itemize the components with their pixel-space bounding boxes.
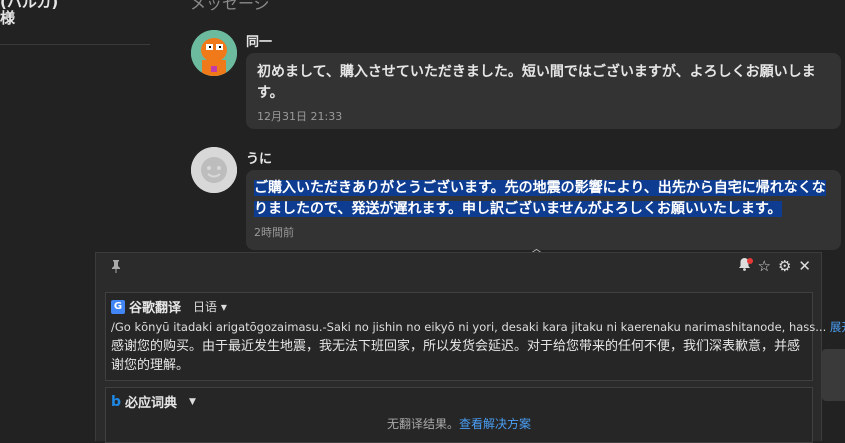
solution-link[interactable]: 查看解决方案 bbox=[459, 417, 531, 431]
no-result-message: 无翻译结果。查看解决方案 bbox=[106, 415, 812, 432]
message-bubble: 初めまして、購入させていただきました。短い間ではございますが、よろしくお願いしま… bbox=[246, 53, 841, 129]
bing-dictionary-card: b 必应词典 ▼ 无翻译结果。查看解决方案 bbox=[105, 387, 813, 443]
translation-popup: ☆ ⚙ ✕ G 谷歌翻译 日语 ▾ /Go kōnyū itadaki arig… bbox=[95, 252, 845, 443]
sender-name[interactable]: 同一 bbox=[246, 31, 272, 50]
google-translate-icon: G bbox=[111, 299, 125, 314]
avatar[interactable] bbox=[191, 30, 237, 76]
pin-icon[interactable] bbox=[110, 259, 124, 275]
expand-link[interactable]: 展开 bbox=[830, 320, 845, 334]
section-title: メッセージ bbox=[190, 0, 270, 13]
bell-icon[interactable] bbox=[738, 257, 753, 275]
message-text: 初めまして、購入させていただきました。短い間ではございますが、よろしくお願いしま… bbox=[257, 64, 816, 101]
card-title: 谷歌翻译 bbox=[129, 301, 182, 316]
message-bubble: ご購入いただきありがとうございます。先の地震の影響により、出先から自宅に帰れなく… bbox=[246, 170, 841, 250]
translation-text: 感谢您的购买。由于最近发生地震，我无法下班回家，所以发货会延迟。对于给您带来的任… bbox=[111, 339, 801, 373]
chevron-down-icon[interactable]: ▼ bbox=[189, 397, 196, 407]
star-icon[interactable]: ☆ bbox=[758, 257, 771, 275]
gear-icon[interactable]: ⚙ bbox=[778, 257, 791, 275]
google-translate-card: G 谷歌翻译 日语 ▾ /Go kōnyū itadaki arigatōgoz… bbox=[105, 292, 845, 381]
card-title: 必应词典 bbox=[125, 396, 178, 411]
no-result-text: 无翻译结果。 bbox=[386, 417, 459, 431]
language-label: 日语 bbox=[193, 300, 218, 314]
close-icon[interactable]: ✕ bbox=[798, 257, 811, 275]
romanization: /Go kōnyū itadaki arigatōgozaimasu.-Saki… bbox=[111, 319, 845, 335]
message-time: 2時間前 bbox=[254, 226, 294, 239]
notification-dot bbox=[746, 258, 753, 264]
romanization-text: /Go kōnyū itadaki arigatōgozaimasu.-Saki… bbox=[111, 320, 827, 334]
user-honorific: 様 bbox=[0, 9, 16, 27]
avatar[interactable] bbox=[191, 147, 237, 193]
message-time: 12月31日 21:33 bbox=[257, 110, 343, 123]
selected-message-text[interactable]: ご購入いただきありがとうございます。先の地震の影響により、出先から自宅に帰れなく… bbox=[254, 180, 826, 217]
side-panel-handle[interactable] bbox=[822, 349, 845, 401]
language-select[interactable]: 日语 ▾ bbox=[193, 298, 227, 315]
bing-icon: b bbox=[111, 393, 122, 410]
sender-name[interactable]: うに bbox=[246, 148, 272, 167]
divider bbox=[0, 44, 150, 45]
